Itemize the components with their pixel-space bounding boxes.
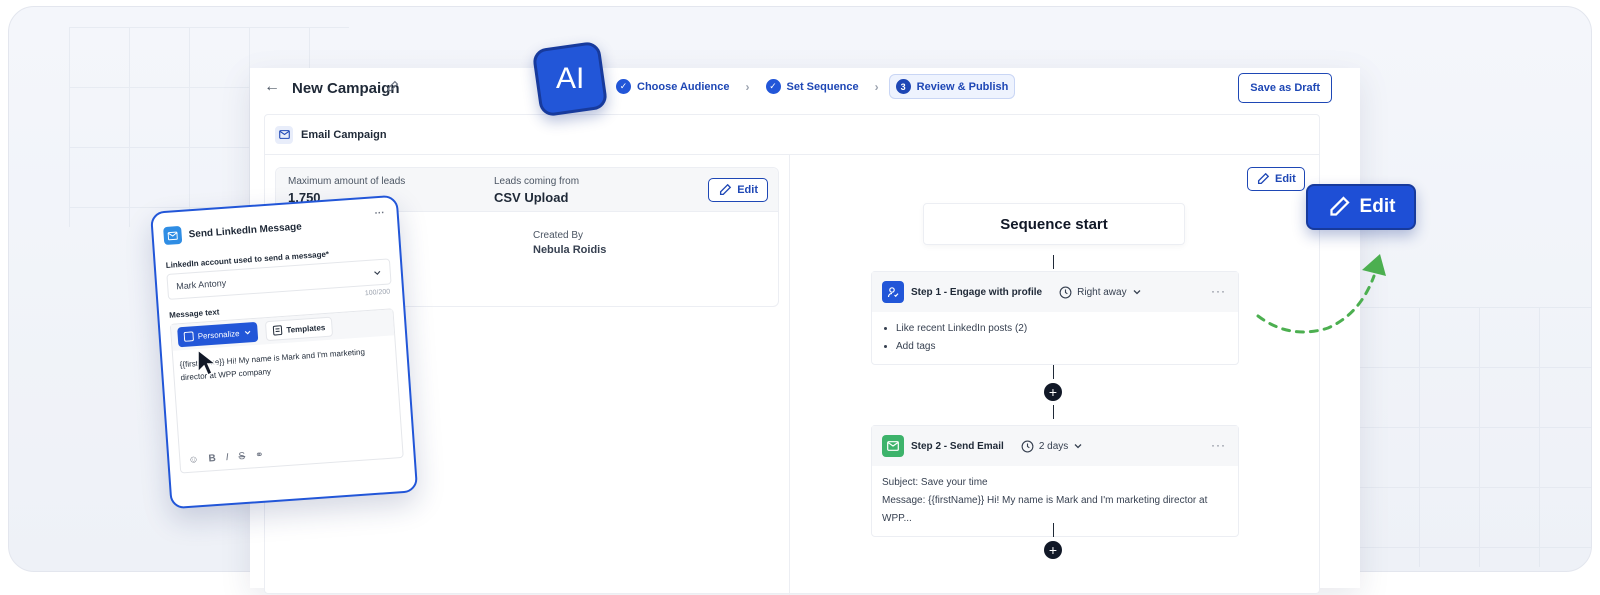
timing-label: Right away [1077, 286, 1127, 298]
step-number: 3 [895, 79, 911, 94]
background-grid [1359, 307, 1591, 567]
templates-button[interactable]: Templates [264, 316, 333, 342]
edit-label: Edit [1359, 196, 1396, 217]
card-title: Send LinkedIn Message [188, 220, 303, 240]
edit-leads-button[interactable]: Edit [708, 178, 768, 202]
more-icon[interactable]: ··· [1211, 284, 1226, 298]
check-icon: ✓ [616, 79, 631, 94]
step-set-sequence[interactable]: ✓ Set Sequence [760, 75, 865, 98]
step-review-publish[interactable]: 3 Review & Publish [888, 74, 1016, 99]
connector-line [1053, 405, 1054, 419]
chevron-down-icon [1074, 444, 1082, 449]
emoji-icon[interactable]: ☺ [188, 454, 199, 466]
account-value: Mark Antony [175, 277, 227, 292]
divider [789, 155, 790, 595]
clock-icon [1021, 440, 1034, 452]
sequence-start: Sequence start [923, 203, 1185, 245]
save-draft-button[interactable]: Save as Draft [1238, 73, 1332, 103]
bold-icon[interactable]: B [208, 453, 216, 464]
stepper: ✓ Choose Audience › ✓ Set Sequence › 3 R… [610, 74, 1016, 99]
pencil-icon [1257, 172, 1270, 185]
variable-icon [183, 331, 194, 342]
connector-line [1053, 255, 1054, 269]
strikethrough-icon[interactable]: S [238, 451, 245, 462]
personalize-button[interactable]: Personalize [177, 321, 259, 348]
step-email-details: Subject: Save your time Message: {{first… [872, 466, 1238, 536]
check-icon: ✓ [765, 79, 781, 94]
page-title: New Campaign [292, 80, 400, 97]
templates-label: Templates [286, 322, 326, 335]
pencil-icon [720, 183, 732, 196]
personalize-label: Personalize [197, 328, 240, 341]
mail-send-icon [882, 435, 904, 457]
template-icon [272, 325, 283, 336]
panel-title: Email Campaign [301, 128, 387, 141]
add-step-button[interactable]: + [1044, 383, 1062, 401]
timing-label: 2 days [1038, 440, 1069, 452]
panel-header: Email Campaign [265, 115, 1319, 155]
chevron-right-icon: › [745, 79, 750, 94]
list-item: Like recent LinkedIn posts (2) [896, 320, 1228, 338]
pencil-icon[interactable] [386, 80, 399, 98]
italic-icon[interactable]: I [225, 452, 229, 463]
linkedin-message-card: Send LinkedIn Message ··· LinkedIn accou… [150, 194, 419, 510]
chevron-right-icon: › [874, 79, 879, 94]
leads-source-label: Leads coming from [494, 176, 580, 187]
created-by-label: Created By [533, 230, 584, 241]
step-title: Step 2 - Send Email [911, 440, 1004, 452]
list-item: Add tags [896, 338, 1228, 356]
connector-line [1053, 523, 1054, 537]
pencil-icon [1329, 196, 1350, 216]
leads-source-value: CSV Upload [494, 190, 569, 205]
created-by-value: Nebula Roidis [533, 244, 607, 256]
step-actions: Like recent LinkedIn posts (2) Add tags [872, 312, 1238, 364]
step-label: Choose Audience [637, 80, 730, 93]
dashed-arrow-icon [1256, 254, 1386, 334]
topbar: ← New Campaign ✓ Choose Audience › ✓ Set… [250, 68, 1360, 110]
step-label: Set Sequence [786, 80, 859, 93]
edit-label: Edit [1275, 173, 1296, 185]
connector-line [1053, 365, 1054, 379]
more-icon[interactable]: ··· [374, 208, 385, 220]
big-edit-button[interactable]: Edit [1306, 184, 1416, 230]
clock-icon [1059, 286, 1072, 298]
arrow-left-icon[interactable]: ← [264, 78, 280, 96]
chevron-down-icon [1133, 290, 1141, 295]
edit-label: Edit [737, 184, 758, 196]
more-icon[interactable]: ··· [1211, 438, 1226, 452]
step-timing[interactable]: 2 days [1021, 440, 1083, 453]
sequence-step-2[interactable]: Step 2 - Send Email 2 days ··· Subject: … [871, 425, 1239, 537]
user-check-icon [882, 281, 904, 303]
message-icon [163, 225, 183, 246]
max-leads-label: Maximum amount of leads [288, 176, 406, 187]
message-textarea[interactable]: Personalize Templates {{firstName}} Hi! … [169, 308, 404, 474]
email-message: Message: {{firstName}} Hi! My name is Ma… [882, 495, 1208, 524]
link-icon[interactable]: ⚭ [255, 450, 264, 462]
email-subject: Subject: Save your time [882, 477, 988, 488]
mouse-cursor-icon [197, 348, 219, 377]
campaign-app: ← New Campaign ✓ Choose Audience › ✓ Set… [250, 68, 1360, 595]
step-timing[interactable]: Right away [1059, 286, 1141, 299]
email-campaign-panel: Email Campaign Maximum amount of leads 1… [264, 114, 1320, 595]
step-choose-audience[interactable]: ✓ Choose Audience [610, 75, 736, 98]
chevron-down-icon [374, 270, 381, 275]
add-step-button[interactable]: + [1044, 541, 1062, 559]
ai-badge-label: AI [555, 62, 585, 96]
format-toolbar: ☺ B I S ⚭ [188, 450, 264, 466]
sequence-step-1[interactable]: Step 1 - Engage with profile Right away … [871, 271, 1239, 365]
mail-icon [275, 125, 293, 144]
step-label: Review & Publish [916, 80, 1009, 93]
edit-sequence-button[interactable]: Edit [1247, 167, 1305, 191]
step-title: Step 1 - Engage with profile [911, 286, 1043, 298]
chevron-down-icon [244, 330, 251, 335]
ai-badge: AI [531, 40, 609, 118]
